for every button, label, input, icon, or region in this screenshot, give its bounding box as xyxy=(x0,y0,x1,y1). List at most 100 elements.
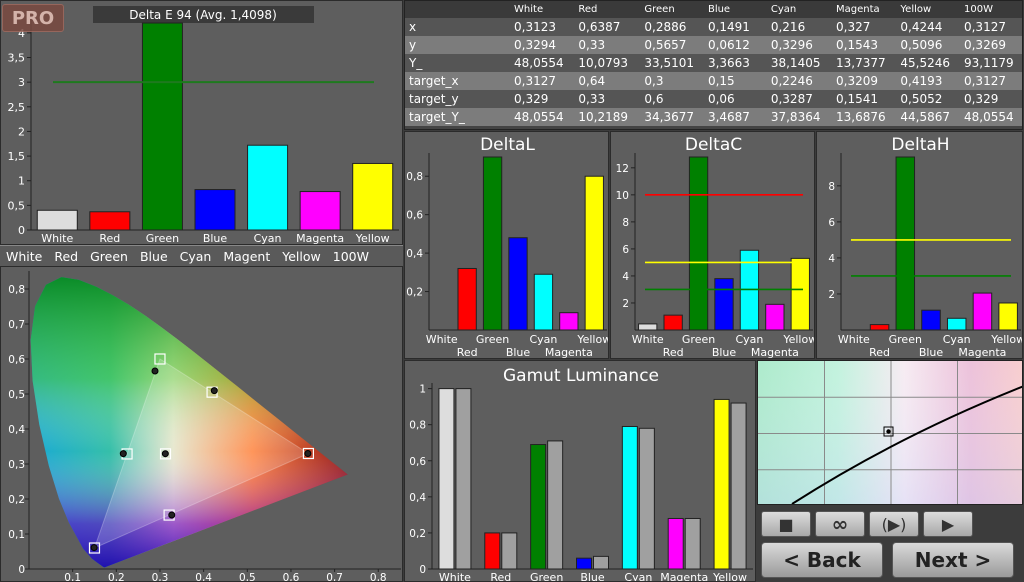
bar-cyan xyxy=(946,317,967,331)
delta-h-chart: DeltaH 2 4 6 8 White Green Cyan Yellow Red Blue Mag… xyxy=(828,135,1023,359)
delta-l-panel: DeltaL 0,2 0,4 0,6 0,8 White Green Cyan Yellow Re… xyxy=(404,131,609,359)
x-tick-label: Yellow xyxy=(782,333,815,346)
tone-response-panel xyxy=(757,360,1023,505)
play-button[interactable]: ▶ xyxy=(923,511,973,537)
x-tick-label: Green xyxy=(889,333,922,346)
bar-yellow xyxy=(790,257,810,331)
next-button[interactable]: Next > xyxy=(892,542,1014,578)
table-cell: 0,2246 xyxy=(770,74,813,88)
bar-target-cyan xyxy=(638,427,655,570)
bar-measured-green xyxy=(530,444,547,570)
play-pause-icon: (▶) xyxy=(881,514,907,534)
bar-yellow xyxy=(584,175,604,331)
y-tick-label: 0,8 xyxy=(8,284,25,296)
loop-button[interactable]: ∞ xyxy=(815,511,865,537)
table-header-cell: Blue xyxy=(703,1,767,18)
y-tick-label: 0,4 xyxy=(406,248,423,260)
x-tick-label: Yellow xyxy=(990,333,1023,346)
bar-yellow xyxy=(352,162,394,231)
table-cell: 0,3123 xyxy=(514,20,557,34)
bar-target-white xyxy=(455,388,472,570)
table-header-cell: Magenta xyxy=(832,1,897,18)
table-cell: 0,3 xyxy=(644,74,664,88)
x-tick-label: Yellow xyxy=(355,232,390,245)
table-cell: 0,5052 xyxy=(900,92,943,106)
bar-blue xyxy=(508,237,528,331)
patch-tab-red[interactable]: Red xyxy=(54,249,78,264)
y-tick-label: 1 xyxy=(419,384,426,396)
x-tick-label: Red xyxy=(869,346,890,359)
table-cell: 0,6 xyxy=(644,92,664,106)
x-tick-label: Magenta xyxy=(958,346,1006,359)
table-cell: 0,06 xyxy=(707,92,735,106)
y-tick-label: 0,7 xyxy=(8,319,25,331)
stop-icon: ■ xyxy=(778,514,794,534)
table-header-cell: Yellow xyxy=(896,1,960,18)
play-pause-button[interactable]: (▶) xyxy=(869,511,919,537)
table-cell: 0,1541 xyxy=(836,92,879,106)
back-button[interactable]: < Back xyxy=(761,542,883,578)
bar-target-magenta xyxy=(684,517,701,570)
measured-point xyxy=(210,387,218,395)
x-tick-label: Blue xyxy=(712,346,737,359)
table-cell: 37,8364 xyxy=(770,110,821,124)
table-row: target_x 0,3127 0,64 0,3 0,15 0,2246 0,3209 0,4… xyxy=(405,72,1022,90)
gamut-luminance-panel: Gamut Luminance 0 0,2 0,4 0,6 0,8 1 White Red Gre… xyxy=(404,360,756,582)
y-tick-label: 0,6 xyxy=(8,354,25,366)
patch-tab-green[interactable]: Green xyxy=(90,249,128,264)
table-cell: x xyxy=(409,20,417,34)
patch-navigation: White Red Green Blue Cyan Magent Yellow 100W xyxy=(0,245,403,267)
table-cell: target_y xyxy=(409,92,459,106)
chart-title: DeltaH xyxy=(891,135,949,155)
x-tick-label: Magenta xyxy=(296,232,344,245)
x-tick-label: 0,3 xyxy=(152,572,169,582)
table-cell: 34,3677 xyxy=(644,110,694,124)
y-tick-label: 0,2 xyxy=(8,494,25,506)
x-tick-label: Cyan xyxy=(943,333,971,346)
bar-cyan xyxy=(533,273,554,331)
y-tick-label: 8 xyxy=(828,181,835,193)
infinity-icon: ∞ xyxy=(831,512,849,536)
table-cell: 0,6387 xyxy=(578,20,621,34)
x-tick-label: Magenta xyxy=(751,346,799,359)
x-tick-label: Cyan xyxy=(254,232,282,245)
stop-button[interactable]: ■ xyxy=(761,511,811,537)
table-cell: 3,3663 xyxy=(707,56,750,70)
y-tick-label: 1,5 xyxy=(8,150,26,163)
table-cell: 0,329 xyxy=(514,92,549,106)
y-tick-label: 0,4 xyxy=(8,424,25,436)
delta-e-chart: Delta E 94 (Avg. 1,4098) 0 0,5 1 1,5 2 2,5 3 3,5… xyxy=(8,6,399,245)
bar-green xyxy=(141,22,183,231)
x-tick-label: Cyan xyxy=(529,333,557,346)
y-tick-label: 8 xyxy=(622,217,629,229)
x-tick-label: Blue xyxy=(203,232,228,245)
patch-tab-magent[interactable]: Magent xyxy=(223,249,270,264)
patch-tab-white[interactable]: White xyxy=(6,249,42,264)
bar-red xyxy=(869,324,890,331)
y-tick-label: 10 xyxy=(616,190,629,202)
bar-red xyxy=(457,267,477,331)
x-tick-label: 0,6 xyxy=(283,572,300,582)
table-header-cell: White xyxy=(510,1,575,18)
table-cell: 0,5657 xyxy=(644,38,687,52)
x-tick-label: Cyan xyxy=(735,333,763,346)
delta-c-panel: DeltaC 2 4 6 8 10 12 White Green Cyan Yellow Red Blu… xyxy=(610,131,815,359)
y-tick-label: 0,6 xyxy=(409,456,426,468)
table-cell: 0,3296 xyxy=(770,38,813,52)
table-cell: 0,33 xyxy=(578,92,606,106)
measured-point xyxy=(161,450,169,458)
patch-tab-blue[interactable]: Blue xyxy=(140,249,168,264)
bar-blue xyxy=(921,309,941,331)
bar-target-green xyxy=(547,440,564,570)
patch-tab-yellow[interactable]: Yellow xyxy=(282,249,320,264)
patch-tab-cyan[interactable]: Cyan xyxy=(180,249,212,264)
y-tick-label: 0,2 xyxy=(409,528,426,540)
bar-white xyxy=(638,323,658,331)
table-row: target_Y_ 48,0554 10,2189 34,3677 3,4687 37,8… xyxy=(405,108,1022,126)
x-tick-label: White xyxy=(632,333,664,346)
table-row: target_y 0,329 0,33 0,6 0,06 0,3287 0,1541 0,50… xyxy=(405,90,1022,108)
tone-response-chart xyxy=(758,361,1022,504)
table-cell: 0,3287 xyxy=(770,92,813,106)
bar-green xyxy=(895,156,916,331)
patch-tab-100w[interactable]: 100W xyxy=(333,249,369,264)
